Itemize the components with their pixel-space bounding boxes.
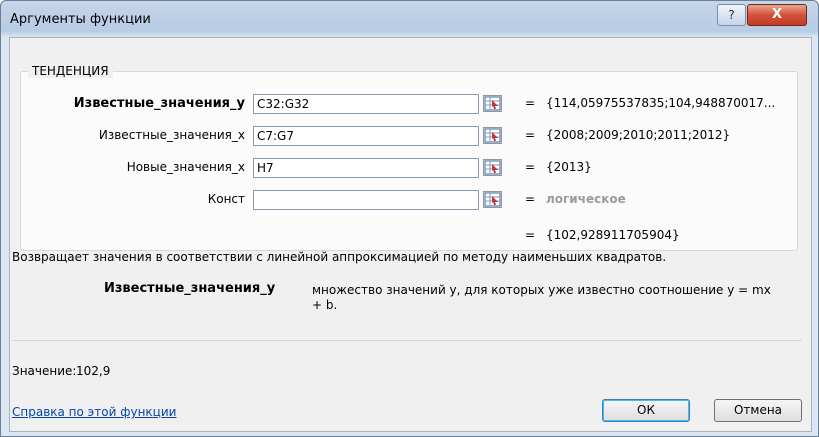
const-input[interactable] (253, 190, 479, 210)
function-description: Возвращает значения в соответствии с лин… (12, 250, 667, 264)
known-x-result: {2008;2009;2010;2011;2012} (546, 128, 731, 142)
arg-label-known-y: Известные_значения_y (73, 96, 245, 111)
range-select-icon[interactable] (483, 127, 502, 144)
range-select-icon[interactable] (483, 95, 502, 112)
close-button[interactable]: X (747, 4, 807, 26)
equals-sign: = (525, 160, 536, 174)
help-button[interactable]: ? (717, 4, 746, 26)
arg-label-known-x: Известные_значения_x (98, 128, 245, 142)
function-help-link[interactable]: Справка по этой функции (12, 405, 176, 419)
const-result: логическое (546, 192, 626, 206)
equals-sign: = (525, 192, 536, 206)
range-select-icon[interactable] (483, 191, 502, 208)
title-bar[interactable]: Аргументы функции ? X (1, 1, 818, 37)
known-y-result: {114,05975537835;104,948870017... (546, 96, 776, 110)
value-result: 102,9 (76, 364, 111, 378)
dialog-body: ТЕНДЕНЦИЯ Известные_значения_y = {114,05… (9, 37, 812, 432)
new-x-result: {2013} (546, 160, 592, 174)
new-x-input[interactable] (253, 158, 479, 178)
equals-sign: = (525, 228, 536, 242)
arg-description-text: множество значений y, для которых уже из… (312, 283, 771, 312)
ok-button[interactable]: ОК (602, 399, 690, 422)
known-x-input[interactable] (253, 126, 479, 146)
separator (12, 340, 802, 341)
function-arguments-dialog: Аргументы функции ? X ТЕНДЕНЦИЯ Известны… (0, 0, 819, 437)
dialog-title: Аргументы функции (10, 12, 151, 27)
function-name: ТЕНДЕНЦИЯ (28, 64, 113, 78)
equals-sign: = (525, 128, 536, 142)
arg-label-new-x: Новые_значения_x (126, 160, 245, 174)
arg-description-name: Известные_значения_y (104, 281, 276, 296)
value-label: Значение: (12, 364, 77, 378)
cancel-button[interactable]: Отмена (714, 399, 802, 422)
known-y-input[interactable] (253, 94, 479, 114)
arg-label-const: Конст (207, 192, 245, 206)
range-select-icon[interactable] (483, 159, 502, 176)
formula-result: {102,928911705904} (546, 228, 680, 242)
equals-sign: = (525, 96, 536, 110)
